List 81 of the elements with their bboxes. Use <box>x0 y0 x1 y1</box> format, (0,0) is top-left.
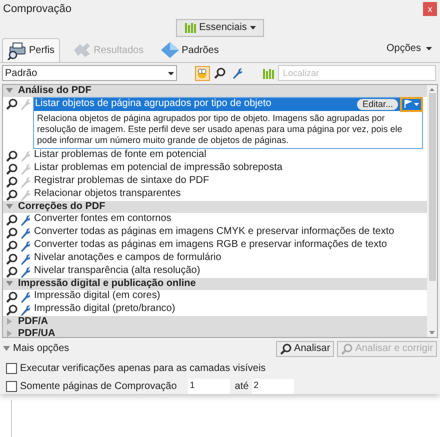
scrollbar[interactable] <box>427 84 437 338</box>
caret-icon <box>414 102 419 106</box>
wrench-icon <box>19 214 31 226</box>
magnifier-icon <box>6 252 18 265</box>
page-from-field[interactable]: 1 <box>188 379 230 394</box>
magnifier-icon <box>6 98 18 110</box>
wrench-icon <box>230 67 242 80</box>
group-header[interactable]: Correções do PDF <box>3 200 427 213</box>
caret-icon <box>168 72 174 76</box>
magnifier-icon <box>6 304 18 316</box>
profile-item[interactable]: Relacionar objetos transparentes <box>33 188 181 200</box>
magnifier-icon <box>6 290 18 303</box>
diamond-icon <box>160 41 180 60</box>
range-label: até <box>234 380 249 394</box>
group-header[interactable]: PDF/A <box>3 316 427 328</box>
caret-icon <box>426 46 432 50</box>
group-header[interactable]: Impressão digital e publicação online <box>3 278 427 290</box>
profile-item[interactable]: Nivelar anotações e campos de formulário <box>33 252 222 264</box>
wrench-icon <box>19 98 31 110</box>
checkbox[interactable] <box>6 363 17 374</box>
wrench-icon <box>19 290 31 303</box>
wrench-icon <box>19 188 31 201</box>
profile-item[interactable]: Converter todas as páginas em imagens RGB e preservar informações de texto <box>33 238 387 251</box>
profile-item[interactable]: Nivelar transparência (alta resolução) <box>33 264 200 277</box>
flag-icon <box>404 100 412 108</box>
magnifier-icon <box>214 67 226 80</box>
group-header[interactable]: Análise do PDF <box>3 84 427 97</box>
checkbox-label: Executar verificações apenas para as camadas visíveis <box>20 362 266 376</box>
wrench-icon <box>19 162 31 175</box>
magnifier-icon <box>6 214 18 226</box>
profile-item[interactable]: Converter fontes em contornos <box>33 212 172 225</box>
magnifier-icon <box>341 342 354 355</box>
magnifier-icon <box>6 176 18 188</box>
profile-description: Relaciona objetos de página agrupados por tipo de objeto. Imagens são agrupadas por resolução de imagem. Este perfil deve ser usado apenas para uma página por vez, pois ele pode informar um número muito grande de objetos de páginas. <box>36 112 404 147</box>
flag-dropdown[interactable] <box>400 96 423 112</box>
profile-item[interactable]: Registrar problemas de sintaxe do PDF <box>33 174 210 187</box>
bar-chart-icon <box>184 22 196 34</box>
magnifier-icon <box>280 342 292 355</box>
wrench-icon <box>19 150 31 162</box>
wrench-icon <box>19 226 31 239</box>
expanded-arrow-icon[interactable] <box>6 280 13 288</box>
magnifier-icon <box>6 226 18 239</box>
magnifier-icon <box>6 240 18 252</box>
tab[interactable]: Perfis <box>2 38 60 62</box>
profile-item[interactable]: Impressão digital (preto/branco) <box>33 302 176 315</box>
tab[interactable]: Padrões <box>156 38 223 62</box>
profile-item[interactable]: Listar problemas em potencial de impressão sobreposta <box>33 162 282 174</box>
bar-chart-icon <box>262 68 274 79</box>
caret-icon <box>429 330 435 334</box>
printer-icon <box>7 42 27 60</box>
more-options-toggle[interactable]: Mais opções <box>3 341 70 356</box>
profile-item[interactable]: Listar problemas de fonte em potencial <box>33 148 206 161</box>
workspace-dropdown[interactable]: Essenciais <box>176 18 264 37</box>
close-button[interactable]: x <box>423 2 437 16</box>
wrench-icon <box>19 266 31 278</box>
search-field[interactable]: Localizar <box>278 65 436 82</box>
window-title: Comprovação <box>3 2 72 18</box>
bee-icon[interactable] <box>195 66 210 81</box>
expanded-arrow-icon[interactable] <box>6 87 13 94</box>
wrench-icon <box>19 304 31 316</box>
checkbox-label: Somente páginas de Comprovação <box>20 380 177 394</box>
caret-icon <box>250 26 256 30</box>
checkbox[interactable] <box>6 381 17 392</box>
magnifier-icon <box>6 162 18 175</box>
profile-item[interactable]: Impressão digital (em cores) <box>33 290 160 302</box>
profile-label: Listar objetos de página agrupados por tipo de objeto <box>35 98 272 110</box>
options-menu[interactable]: Opções <box>386 41 432 56</box>
edit-button[interactable]: Editar... <box>357 98 398 110</box>
magnifier-icon <box>6 266 18 278</box>
action-button[interactable]: Analisar <box>276 340 334 357</box>
expanded-arrow-icon[interactable] <box>6 203 13 210</box>
expanded-arrow-icon[interactable] <box>3 345 10 352</box>
wrench-icon <box>19 252 31 265</box>
profile-select[interactable]: Padrão <box>2 65 177 82</box>
wrench-icon <box>19 240 31 252</box>
magnifier-icon <box>6 188 18 201</box>
page-to-field[interactable]: 2 <box>252 379 294 394</box>
magnifier-icon <box>6 150 18 162</box>
profile-item[interactable]: Converter todas as páginas em imagens CMYK e preservar informações de texto <box>33 226 394 238</box>
wrench-icon <box>19 176 31 188</box>
selected-profile[interactable] <box>33 96 423 149</box>
